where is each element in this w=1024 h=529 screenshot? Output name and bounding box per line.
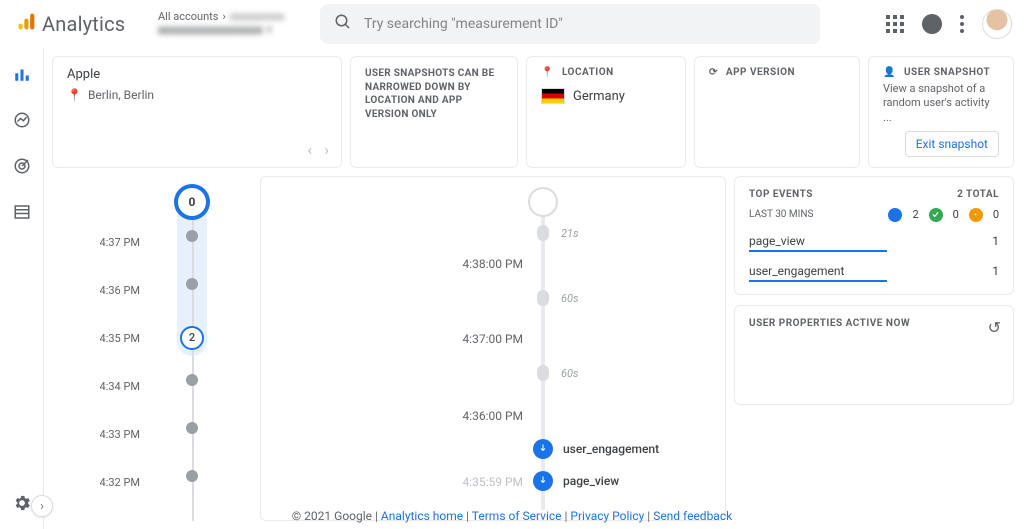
minute-label: 4:36 PM [52, 284, 160, 297]
event-name: page_view [749, 234, 805, 248]
check-badge-icon [929, 208, 943, 222]
minute-row[interactable]: 4:34 PM [52, 380, 252, 393]
timeline-duration-label: 21s [561, 227, 579, 240]
ga-logo[interactable]: Analytics [16, 12, 146, 36]
analytics-logo-icon [16, 12, 36, 36]
timeline-event[interactable]: user_engagement [533, 439, 659, 459]
minute-node[interactable] [186, 278, 198, 290]
minute-node[interactable]: 2 [180, 326, 204, 350]
timeline-time-label: 4:36:00 PM [261, 409, 523, 423]
footer-link[interactable]: Terms of Service [472, 509, 562, 523]
minute-node[interactable] [186, 230, 198, 242]
nav-reports-icon[interactable] [8, 60, 36, 88]
refresh-icon: ⟳ [709, 67, 718, 78]
location-pin-icon: 📍 [67, 88, 82, 102]
minute-node[interactable] [186, 422, 198, 434]
location-pin-icon: 📍 [541, 67, 554, 78]
search-icon [334, 13, 352, 35]
search-box[interactable] [320, 4, 820, 44]
timeline-duration-label: 60s [561, 367, 579, 380]
event-count: 1 [992, 264, 999, 278]
account-selector[interactable]: All accounts › xxxxxxxxxx xxxxxxxxxxxxxx… [158, 10, 308, 38]
user-snapshot-card: 👤USER SNAPSHOT View a snapshot of a rand… [868, 56, 1014, 168]
footer-link[interactable]: Send feedback [653, 509, 732, 523]
event-name: user_engagement [749, 264, 844, 278]
warn-badge-icon [969, 208, 983, 222]
apps-icon[interactable] [886, 15, 904, 33]
prev-user-icon[interactable]: ‹ [307, 140, 312, 159]
user-properties-panel: USER PROPERTIES ACTIVE NOW ↺ [734, 305, 1014, 405]
minute-label: 4:34 PM [52, 380, 160, 393]
timeline-duration-label: 60s [561, 292, 579, 305]
minute-label: 4:35 PM [52, 332, 160, 345]
history-icon[interactable]: ↺ [988, 318, 1001, 337]
event-timeline[interactable]: 21s 4:38:00 PM 60s 4:37:00 PM 60s 4:36:00 PM 4… [260, 176, 726, 521]
minute-label: 4:32 PM [52, 476, 160, 489]
minute-timeline[interactable]: 0 4:37 PM 4:36 PM 4:35 PM 2 4:34 PM 4:33 PM 4:… [52, 176, 252, 521]
nav-configure-icon[interactable] [8, 198, 36, 226]
minute-row[interactable]: 4:36 PM [52, 284, 252, 297]
search-input[interactable] [364, 16, 806, 32]
minute-row[interactable]: 4:32 PM [52, 476, 252, 489]
nav-explore-icon[interactable] [8, 106, 36, 134]
avatar[interactable] [982, 9, 1012, 39]
minute-label: 4:33 PM [52, 428, 160, 441]
germany-flag-icon [541, 88, 565, 104]
minute-row[interactable]: 4:35 PM [52, 332, 252, 345]
top-event-row[interactable]: page_view 1 [749, 234, 999, 252]
top-events-panel: TOP EVENTS2 TOTAL LAST 30 MINS 2 0 0 pag… [734, 176, 1014, 295]
exit-snapshot-button[interactable]: Exit snapshot [905, 131, 999, 157]
timeline-time-label: 4:37:00 PM [261, 332, 523, 346]
minute-node[interactable] [186, 470, 198, 482]
download-badge-icon [888, 208, 902, 222]
country-name: Germany [573, 89, 625, 104]
event-count: 1 [992, 234, 999, 248]
filter-appversion-card[interactable]: ⟳APP VERSION [694, 56, 860, 168]
footer-link[interactable]: Privacy Policy [570, 509, 644, 523]
person-search-icon: 👤 [883, 67, 896, 78]
timeline-head-node[interactable]: 0 [174, 184, 210, 220]
narrow-hint-card: USER SNAPSHOTS CAN BE NARROWED DOWN BY L… [350, 56, 518, 168]
footer-link[interactable]: Analytics home [381, 509, 463, 523]
device-location: Berlin, Berlin [88, 88, 154, 102]
minute-row[interactable]: 4:33 PM [52, 428, 252, 441]
minute-row[interactable]: 4:37 PM [52, 236, 252, 249]
device-info-card: Apple 📍 Berlin, Berlin ‹ › [52, 56, 342, 168]
caret-down-icon: ▾ [267, 25, 272, 36]
minute-node[interactable] [186, 374, 198, 386]
logo-text: Analytics [42, 12, 125, 36]
timeline-time-label: 4:38:00 PM [261, 257, 523, 271]
timeline-event[interactable]: page_view [533, 471, 619, 491]
top-event-row[interactable]: user_engagement 1 [749, 264, 999, 282]
filter-location-card[interactable]: 📍LOCATION Germany [526, 56, 686, 168]
help-icon[interactable]: ? [922, 14, 942, 34]
timeline-time-label: 4:35:59 PM [261, 475, 523, 489]
overflow-menu-icon[interactable] [960, 15, 964, 33]
device-label: Apple [67, 67, 327, 82]
event-name: page_view [563, 474, 619, 488]
event-name: user_engagement [563, 442, 659, 456]
event-badge-icon [533, 439, 553, 459]
nav-advertising-icon[interactable] [8, 152, 36, 180]
timeline-current-marker [528, 187, 558, 217]
next-user-icon[interactable]: › [324, 140, 329, 159]
minute-label: 4:37 PM [52, 236, 160, 249]
page-footer: © 2021 Google | Analytics home | Terms o… [44, 509, 1024, 523]
event-badge-icon [533, 471, 553, 491]
